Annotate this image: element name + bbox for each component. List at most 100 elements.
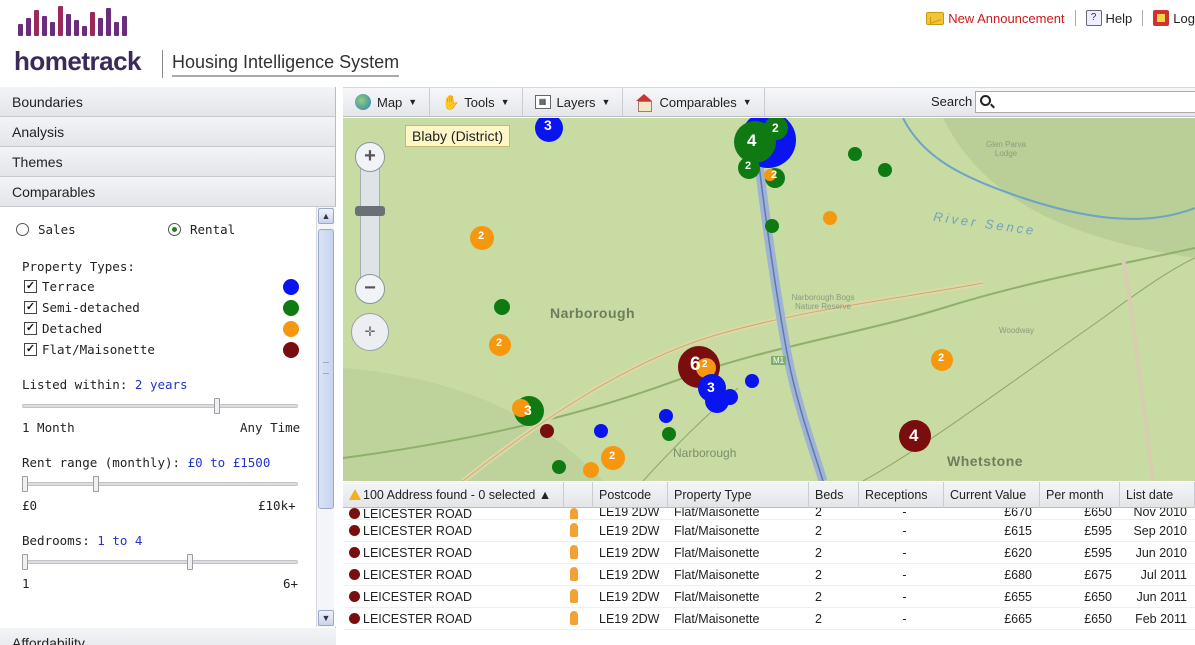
col-beds[interactable]: Beds — [809, 482, 859, 508]
help-icon: ? — [1085, 10, 1102, 26]
cluster-label: 2 — [745, 160, 752, 172]
col-list-date[interactable]: List date — [1120, 482, 1195, 508]
layers-menu-button[interactable]: ▦ Layers ▼ — [523, 88, 624, 116]
section-themes[interactable]: Themes — [0, 147, 335, 177]
logout-link[interactable]: Log — [1153, 10, 1195, 26]
bedrooms-min-knob[interactable] — [22, 554, 28, 570]
search-icon[interactable] — [980, 95, 991, 106]
semi-detached-checkbox[interactable]: ✓ — [24, 301, 37, 314]
detached-swatch — [283, 321, 299, 337]
scroll-up-icon[interactable]: ▲ — [318, 208, 334, 224]
tools-menu-button[interactable]: ✋ Tools ▼ — [430, 88, 523, 116]
warning-icon — [349, 489, 361, 500]
chevron-down-icon: ▼ — [601, 97, 611, 107]
col-property-type[interactable]: Property Type — [668, 482, 809, 508]
map-menu-label: Map — [377, 94, 403, 110]
panel-scrollbar[interactable]: ▲ ▼ — [316, 207, 334, 627]
zoom-out-icon[interactable]: − — [355, 274, 385, 304]
table-row[interactable]: LEICESTER ROAD LE19 2DW Flat/Maisonette … — [343, 520, 1195, 542]
listed-within-knob[interactable] — [214, 398, 220, 414]
scroll-down-icon[interactable]: ▼ — [318, 610, 334, 626]
detached-checkbox[interactable]: ✓ — [24, 322, 37, 335]
divider — [1074, 10, 1076, 26]
place-nature-reserve: Narborough Bogs Nature Reserve — [791, 293, 855, 311]
detached-label: Detached — [42, 321, 103, 336]
street-view-icon[interactable] — [570, 611, 578, 625]
listed-min-label: 1 Month — [22, 420, 75, 435]
flat-marker-icon — [349, 508, 360, 519]
announcement-link[interactable]: New Announcement — [926, 11, 1065, 26]
zoom-knob[interactable] — [355, 206, 385, 216]
zoom-in-icon[interactable]: + — [355, 142, 385, 172]
section-affordability[interactable]: Affordability — [0, 628, 336, 645]
street-view-icon[interactable] — [570, 589, 578, 603]
rent-min-label: £0 — [22, 498, 38, 513]
place-narborough-station: Narborough — [673, 446, 737, 460]
search-input[interactable] — [975, 91, 1195, 113]
help-link[interactable]: ? Help — [1085, 10, 1133, 26]
bedrooms-value[interactable]: 1 to 4 — [97, 533, 142, 548]
rent-max-label: £10k+ — [258, 498, 296, 513]
rent-max-knob[interactable] — [93, 476, 99, 492]
rent-range-value[interactable]: £0 to £1500 — [188, 455, 271, 470]
bedrooms-max-knob[interactable] — [187, 554, 193, 570]
cluster-label: 2 — [478, 230, 485, 242]
col-current-value[interactable]: Current Value — [944, 482, 1040, 508]
scroll-thumb[interactable] — [318, 229, 334, 509]
brand-name: hometrack — [14, 46, 142, 76]
semi-detached-label: Semi-detached — [42, 300, 140, 315]
cluster-label: 2 — [609, 450, 616, 462]
cluster-label: 3 — [524, 402, 532, 418]
listed-within-slider[interactable] — [22, 404, 298, 408]
sidebar: Boundaries Analysis Themes Comparables S… — [0, 87, 336, 645]
section-comparables[interactable]: Comparables — [0, 177, 335, 207]
table-row[interactable]: LEICESTER ROAD LE19 2DW Flat/Maisonette … — [343, 542, 1195, 564]
app-subtitle: Housing Intelligence System — [172, 52, 400, 77]
rent-range-slider[interactable] — [22, 482, 298, 486]
section-analysis[interactable]: Analysis — [0, 117, 335, 147]
pan-control-icon[interactable]: ✛ — [351, 313, 389, 351]
rent-min-knob[interactable] — [22, 476, 28, 492]
place-narborough: Narborough — [550, 305, 636, 321]
listed-within-label: Listed within: 2 years — [22, 377, 188, 392]
sales-radio[interactable] — [16, 223, 29, 236]
bedrooms-slider[interactable] — [22, 560, 298, 564]
place-whetstone: Whetstone — [947, 453, 1024, 469]
street-view-icon[interactable] — [570, 545, 578, 559]
col-postcode[interactable]: Postcode — [593, 482, 668, 508]
envelope-icon — [926, 11, 945, 25]
chevron-down-icon: ▼ — [408, 97, 418, 107]
comparables-menu-button[interactable]: Comparables ▼ — [623, 88, 765, 116]
comparables-menu-label: Comparables — [659, 94, 737, 110]
results-grid: 100 Address found - 0 selected ▲ Postcod… — [343, 482, 1195, 645]
property-types-label: Property Types: — [22, 259, 135, 274]
table-row[interactable]: LEICESTER ROAD LE19 2DW Flat/Maisonette … — [343, 508, 1195, 520]
col-receptions[interactable]: Receptions — [859, 482, 944, 508]
logo-icon — [18, 6, 127, 36]
flat-marker-icon — [349, 525, 360, 536]
map-view[interactable]: 3 4 2 2 2 2 2 6 2 3 3 4 2 2 Narborough N… — [343, 118, 1195, 481]
street-view-icon[interactable] — [570, 508, 578, 519]
col-pin — [564, 482, 593, 508]
map-menu-button[interactable]: Map ▼ — [343, 88, 431, 116]
street-view-icon[interactable] — [570, 523, 578, 537]
help-label: Help — [1105, 10, 1133, 26]
flat-marker-icon — [349, 613, 360, 624]
tools-menu-label: Tools — [464, 94, 495, 110]
listed-within-value[interactable]: 2 years — [135, 377, 188, 392]
logout-label: Log — [1173, 10, 1195, 26]
cluster-label: 3 — [707, 379, 715, 395]
table-row[interactable]: LEICESTER ROAD LE19 2DW Flat/Maisonette … — [343, 608, 1195, 630]
terrace-checkbox[interactable]: ✓ — [24, 280, 37, 293]
grid-summary[interactable]: 100 Address found - 0 selected ▲ — [343, 482, 564, 508]
globe-icon — [355, 94, 371, 110]
table-row[interactable]: LEICESTER ROAD LE19 2DW Flat/Maisonette … — [343, 564, 1195, 586]
hand-icon: ✋ — [442, 94, 460, 110]
flat-checkbox[interactable]: ✓ — [24, 343, 37, 356]
table-row[interactable]: LEICESTER ROAD LE19 2DW Flat/Maisonette … — [343, 586, 1195, 608]
rental-radio[interactable] — [168, 223, 181, 236]
col-per-month[interactable]: Per month — [1040, 482, 1120, 508]
section-boundaries[interactable]: Boundaries — [0, 87, 335, 117]
street-view-icon[interactable] — [570, 567, 578, 581]
area-label: Blaby (District) — [405, 125, 511, 147]
